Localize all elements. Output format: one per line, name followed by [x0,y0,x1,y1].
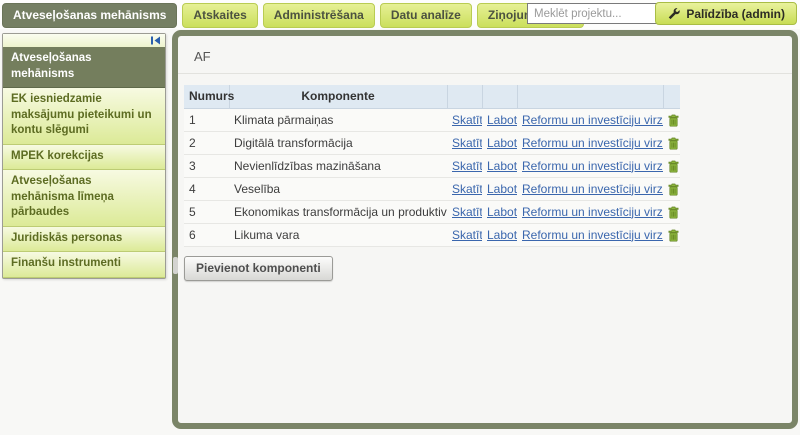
cell-component: Likuma vara [229,223,447,246]
trash-icon[interactable] [668,229,679,242]
edit-link[interactable]: Labot [487,136,517,150]
header-number: Numurs [184,85,229,108]
cell-number: 5 [184,200,229,223]
cell-number: 1 [184,108,229,131]
view-link[interactable]: Skatīt [452,228,482,242]
cell-component: Klimata pārmaiņas [229,108,447,131]
tab-atskaites[interactable]: Atskaites [182,3,257,28]
edit-link[interactable]: Labot [487,182,517,196]
wrench-icon [667,7,680,20]
vertical-scrollbar-thumb[interactable] [173,257,178,274]
components-table: Numurs Komponente 1 Klimata pārmaiņas Sk… [184,85,680,247]
sidebar-collapse-row [3,34,165,47]
view-link[interactable]: Skatīt [452,136,482,150]
edit-link[interactable]: Labot [487,113,517,127]
direction-link[interactable]: Reformu un investīciju virziens [522,159,663,173]
sidebar-item-limena-parbaudes[interactable]: Atveseļošanas mehānisma līmeņa pārbaudes [3,170,165,227]
main-content-panel: AF Numurs Komponente 1 Klimata pārmaiņas… [172,30,798,429]
direction-link[interactable]: Reformu un investīciju virziens [522,113,663,127]
tab-administresana[interactable]: Administrēšana [263,3,375,28]
header-component: Komponente [229,85,447,108]
direction-link[interactable]: Reformu un investīciju virziens [522,136,663,150]
sidebar-item-juridiskas-personas[interactable]: Juridiskās personas [3,227,165,253]
sidebar-item-finansu-instrumenti[interactable]: Finanšu instrumenti [3,252,165,278]
view-link[interactable]: Skatīt [452,182,482,196]
help-button-label: Palīdzība (admin) [686,7,785,21]
collapse-left-icon[interactable] [150,36,161,45]
table-row: 5 Ekonomikas transformācija un produktiv… [184,200,680,223]
table-row: 6 Likuma vara Skatīt Labot Reformu un in… [184,223,680,246]
cell-component: Digitālā transformācija [229,131,447,154]
top-navigation-bar: Atveseļošanas mehānisms Atskaites Admini… [0,0,800,29]
edit-link[interactable]: Labot [487,228,517,242]
sidebar-item-atveselosanas-mehanisms[interactable]: Atveseļošanas mehānisms [3,47,165,88]
tab-datu-analize[interactable]: Datu analīze [380,3,472,28]
trash-icon[interactable] [668,183,679,196]
trash-icon[interactable] [668,137,679,150]
edit-link[interactable]: Labot [487,159,517,173]
edit-link[interactable]: Labot [487,205,517,219]
direction-link[interactable]: Reformu un investīciju virziens [522,182,663,196]
view-link[interactable]: Skatīt [452,205,482,219]
view-link[interactable]: Skatīt [452,159,482,173]
header-edit-spacer [482,85,517,108]
view-link[interactable]: Skatīt [452,113,482,127]
trash-icon[interactable] [668,206,679,219]
cell-number: 2 [184,131,229,154]
components-table-body: 1 Klimata pārmaiņas Skatīt Labot Reformu… [184,108,680,246]
direction-link[interactable]: Reformu un investīciju virziens [522,205,663,219]
tab-atveselosanas-mehanisms[interactable]: Atveseļošanas mehānisms [2,3,177,28]
header-view-spacer [447,85,482,108]
table-row: 1 Klimata pārmaiņas Skatīt Labot Reformu… [184,108,680,131]
sidebar-item-ek-maksajumu-pieteikumi[interactable]: EK iesniedzamie maksājumu pieteikumi un … [3,88,165,145]
table-row: 2 Digitālā transformācija Skatīt Labot R… [184,131,680,154]
cell-component: Ekonomikas transformācija un produktivit… [229,200,447,223]
trash-icon[interactable] [668,160,679,173]
cell-number: 4 [184,177,229,200]
components-table-header: Numurs Komponente [184,85,680,108]
table-row: 4 Veselība Skatīt Labot Reformu un inves… [184,177,680,200]
page-title: AF [178,36,792,74]
sidebar-menu: Atveseļošanas mehānisms EK iesniedzamie … [2,33,166,279]
cell-number: 3 [184,154,229,177]
help-admin-button[interactable]: Palīdzība (admin) [655,2,797,25]
table-row: 3 Nevienlīdzības mazināšana Skatīt Labot… [184,154,680,177]
cell-number: 6 [184,223,229,246]
cell-component: Nevienlīdzības mazināšana [229,154,447,177]
main-tabs: Atveseļošanas mehānisms Atskaites Admini… [2,3,584,28]
add-component-button[interactable]: Pievienot komponenti [184,256,333,281]
cell-component: Veselība [229,177,447,200]
header-direction-spacer [517,85,663,108]
header-delete-spacer [663,85,680,108]
sidebar-item-mpek-korekcijas[interactable]: MPEK korekcijas [3,145,165,171]
trash-icon[interactable] [668,114,679,127]
direction-link[interactable]: Reformu un investīciju virziens [522,228,663,242]
